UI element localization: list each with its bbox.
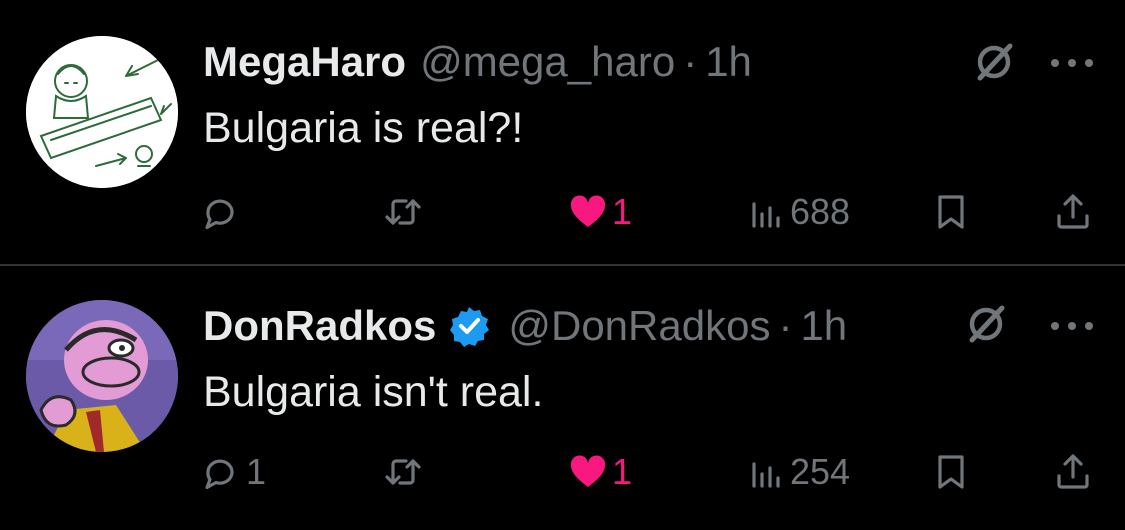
grok-icon[interactable]	[964, 302, 1008, 346]
share-icon	[1057, 194, 1089, 229]
share-button[interactable]	[1053, 182, 1093, 242]
bookmark-icon	[938, 195, 964, 229]
views-button[interactable]: 688	[748, 182, 850, 242]
share-button[interactable]	[1053, 442, 1093, 502]
tweet-text: Bulgaria isn't real.	[203, 368, 544, 416]
bookmark-icon	[938, 455, 964, 489]
share-icon	[1057, 454, 1089, 489]
bookmark-button[interactable]	[934, 442, 968, 502]
action-bar: 1 688	[0, 182, 1125, 242]
views-icon	[752, 462, 780, 488]
retweet-icon	[385, 199, 421, 225]
timestamp[interactable]: 1h	[705, 38, 752, 86]
retweet-icon	[385, 459, 421, 485]
avatar-drawing	[26, 36, 178, 188]
username-handle[interactable]: @DonRadkos	[508, 302, 770, 350]
separator-dot: ·	[683, 38, 698, 85]
reply-icon	[205, 199, 234, 230]
display-name[interactable]: MegaHaro	[203, 38, 406, 86]
retweet-button[interactable]	[382, 442, 430, 502]
reply-icon	[205, 459, 234, 490]
more-icon[interactable]	[1047, 53, 1097, 73]
bookmark-button[interactable]	[934, 182, 968, 242]
tweet-header: DonRadkos @DonRadkos · 1h	[203, 298, 847, 354]
views-icon	[752, 202, 780, 228]
username-handle[interactable]: @mega_haro	[420, 38, 675, 86]
reply-button[interactable]	[200, 182, 246, 242]
views-count: 688	[790, 191, 851, 232]
tweet[interactable]: DonRadkos @DonRadkos · 1h Bulgaria isn't…	[0, 266, 1125, 530]
grok-icon[interactable]	[972, 40, 1016, 84]
like-button[interactable]: 1	[568, 442, 632, 502]
tweet[interactable]: MegaHaro @mega_haro · 1h Bulgaria is rea…	[0, 0, 1125, 264]
more-icon[interactable]	[1047, 316, 1097, 336]
reply-button[interactable]: 1	[200, 442, 266, 502]
tweet-text: Bulgaria is real?!	[203, 104, 524, 152]
reply-count: 1	[246, 451, 267, 492]
display-name[interactable]: DonRadkos	[203, 302, 436, 350]
views-count: 254	[790, 451, 851, 492]
timestamp[interactable]: 1h	[800, 302, 847, 350]
retweet-button[interactable]	[382, 182, 430, 242]
heart-icon	[570, 195, 606, 227]
avatar-drawing	[26, 300, 178, 452]
like-button[interactable]: 1	[568, 182, 632, 242]
avatar[interactable]	[26, 36, 178, 188]
like-count: 1	[612, 191, 633, 232]
tweet-header: MegaHaro @mega_haro · 1h	[203, 34, 752, 90]
avatar[interactable]	[26, 300, 178, 452]
verified-badge-icon[interactable]	[448, 305, 490, 347]
action-bar: 1 1 254	[0, 442, 1125, 502]
views-button[interactable]: 254	[748, 442, 850, 502]
like-count: 1	[612, 451, 633, 492]
heart-icon	[570, 455, 606, 487]
separator-dot: ·	[778, 302, 793, 349]
